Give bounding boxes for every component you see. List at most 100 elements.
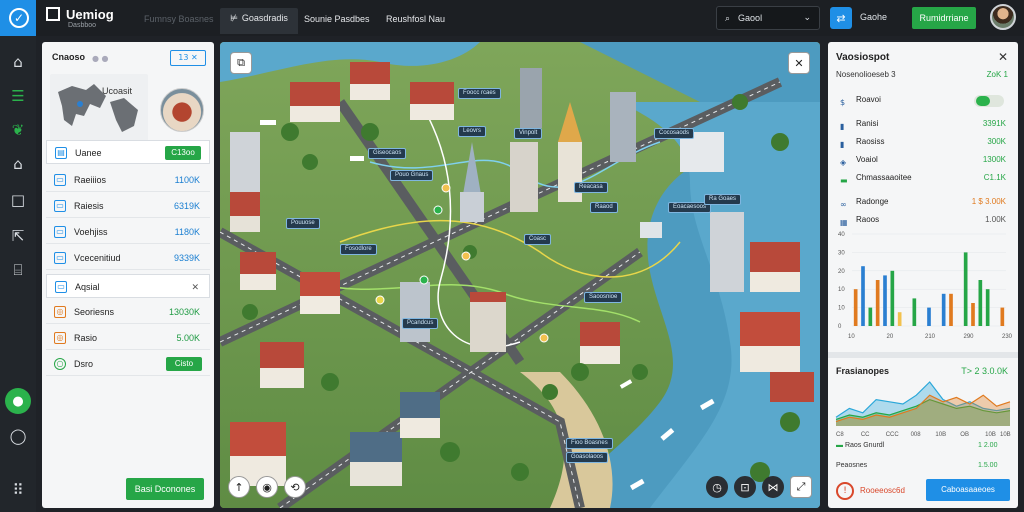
world-minimap[interactable]: [50, 74, 148, 142]
top-bar: Uemiog Dasbboo Fumnsy Boasnes ⊭ Goasdradi…: [36, 0, 1024, 36]
x-tick-label: 008: [911, 432, 922, 438]
stat-label: Chmassaaoitee: [856, 173, 912, 182]
footer-row: Peaosnes: [836, 462, 867, 469]
map-label[interactable]: Pouo Gnaus: [390, 170, 434, 181]
avatar[interactable]: [990, 4, 1016, 30]
export-icon[interactable]: ⇱: [8, 226, 28, 246]
bar: [890, 270, 895, 326]
tab-second[interactable]: Sounie Pasdbes: [294, 9, 380, 35]
city-map[interactable]: Foocc rcaes Leovrs Vinpolt Giseocaos Coc…: [220, 42, 820, 508]
layers-icon[interactable]: ⧉: [230, 52, 252, 74]
map-label[interactable]: Saoosnioe: [584, 292, 623, 303]
map-label[interactable]: Coasc: [524, 234, 552, 245]
legend-value: 1.00K: [985, 215, 1006, 224]
row-label: Dsro: [74, 359, 94, 369]
map-label[interactable]: Giseocaos: [368, 148, 407, 159]
close-icon[interactable]: ✕: [998, 50, 1008, 64]
right-panel-button[interactable]: Caboasaaeoes: [926, 479, 1010, 501]
grid-view-icon[interactable]: ⋈: [762, 476, 784, 498]
x-tick-label: CC: [861, 432, 870, 438]
map-label[interactable]: Vinpolt: [514, 128, 543, 139]
list-icon[interactable]: ☰: [8, 86, 28, 106]
map-label[interactable]: Raaod: [590, 202, 618, 213]
map-label[interactable]: Leovrs: [458, 126, 487, 137]
bar: [868, 307, 873, 326]
toggle-row[interactable]: $ Roavoi: [836, 92, 1010, 108]
list-item[interactable]: ▭ Vcecenitiud 9339K: [46, 246, 210, 270]
stat-label: Raosiss: [856, 137, 885, 146]
foot-value: 1 2.00: [978, 442, 998, 449]
check-circle-icon: ✓: [9, 8, 29, 28]
row-value: 1100K: [174, 175, 200, 185]
alert-icon[interactable]: !: [836, 482, 854, 500]
stat-label: Voaiol: [856, 155, 878, 164]
stat-value: 3391K: [982, 119, 1006, 128]
list-item[interactable]: ▭ Voehjiss 1180K: [46, 220, 210, 244]
list-item[interactable]: ▭ Aqsial ✕: [46, 274, 210, 298]
bar: [897, 312, 902, 326]
tab-active[interactable]: ⊭ Goasdradis: [220, 8, 298, 34]
map-label[interactable]: Cocosaods: [654, 128, 695, 139]
map-canvas: [220, 42, 820, 508]
map-label[interactable]: Fosodlore: [340, 244, 377, 255]
grid-icon[interactable]: ⠿: [8, 480, 28, 500]
home-icon[interactable]: ⌂: [8, 52, 28, 72]
camera-icon[interactable]: ⊡: [734, 476, 756, 498]
share-icon[interactable]: ⇄: [830, 7, 852, 29]
right-panel: Vaosiospot ✕ Nosenolioeseb 3 ZoK 1 $ Roav…: [828, 42, 1018, 508]
list-item[interactable]: ◎ Seoriesns 13030K: [46, 300, 210, 324]
stat-icon: ◈: [840, 158, 847, 167]
map-label[interactable]: Reacasa: [574, 182, 608, 193]
bar-icon: ▬: [836, 442, 845, 449]
list-item[interactable]: ▤ Uanee C13oo: [46, 140, 210, 164]
brand-subtitle: Dasbboo: [68, 22, 97, 29]
portrait-image: [160, 88, 204, 132]
map-label[interactable]: Pouuose: [286, 218, 320, 229]
list-item[interactable]: ▭ Raeiiios 1100K: [46, 168, 210, 192]
map-label[interactable]: Fioo Boasnes: [566, 438, 613, 449]
tab-ghost[interactable]: Fumnsy Boasnes: [134, 9, 224, 35]
toggle-switch[interactable]: [974, 95, 1004, 107]
y-tick-label: 20: [838, 269, 845, 275]
doc-icon: ▭: [54, 252, 66, 264]
list-item[interactable]: ▭ Raiesis 6319K: [46, 194, 210, 218]
stat-value: 300K: [987, 137, 1006, 146]
doc-icon: ▭: [54, 226, 66, 238]
leaf-icon[interactable]: ❦: [8, 120, 28, 140]
eco-button[interactable]: ●: [5, 388, 31, 414]
left-panel-button[interactable]: Basi Dconones: [126, 478, 204, 500]
row-label: Rasio: [74, 333, 98, 343]
building-icon[interactable]: ⌂: [8, 154, 28, 174]
primary-button[interactable]: Rumidrriane: [912, 7, 976, 29]
rotate-icon[interactable]: ⟲: [284, 476, 306, 498]
y-tick-label: 40: [838, 232, 845, 238]
x-tick-label: 20: [887, 334, 894, 340]
map-label[interactable]: Foocc rcaes: [458, 88, 501, 99]
close-icon[interactable]: ✕: [191, 275, 199, 299]
close-icon[interactable]: ✕: [788, 52, 810, 74]
foot-label: Peaosnes: [836, 462, 868, 469]
clock-icon[interactable]: ◷: [706, 476, 728, 498]
list-item[interactable]: ○ Dsro Cisto: [46, 352, 210, 376]
section2-title: Frasianopes: [836, 366, 890, 376]
list-item[interactable]: ◎ Rasio 5.00K: [46, 326, 210, 350]
expand-icon[interactable]: ⤢: [790, 476, 812, 498]
search-input[interactable]: ⌕ Gaool ⌄: [716, 6, 820, 30]
bank-icon[interactable]: ⌸: [8, 260, 28, 280]
left-rail: ✓ ⌂ ☰ ❦ ⌂ □ ⇱ ⌸ ● ◯ ⠿: [0, 0, 38, 512]
y-tick-label: 10: [838, 306, 845, 312]
square-icon[interactable]: □: [8, 190, 28, 210]
target-icon[interactable]: ◉: [256, 476, 278, 498]
map-label[interactable]: Goasolaoos: [566, 452, 609, 463]
compass-icon[interactable]: ↑: [228, 476, 250, 498]
panel-pill[interactable]: 13 ✕: [170, 50, 206, 66]
help-icon[interactable]: ◯: [8, 426, 28, 446]
map-label[interactable]: Pcandcus: [402, 318, 439, 329]
toggle-row-label: Roavoi: [856, 95, 881, 104]
app-logo[interactable]: ✓: [0, 0, 38, 36]
map-label[interactable]: Ra Goaes: [704, 194, 742, 205]
tab-third[interactable]: Reushfosl Nau: [376, 9, 455, 35]
row-label: Aqsial: [75, 282, 100, 292]
legend-row: ∞ Radonge 1 $ 3.00K: [836, 194, 1010, 210]
bar: [883, 275, 887, 326]
